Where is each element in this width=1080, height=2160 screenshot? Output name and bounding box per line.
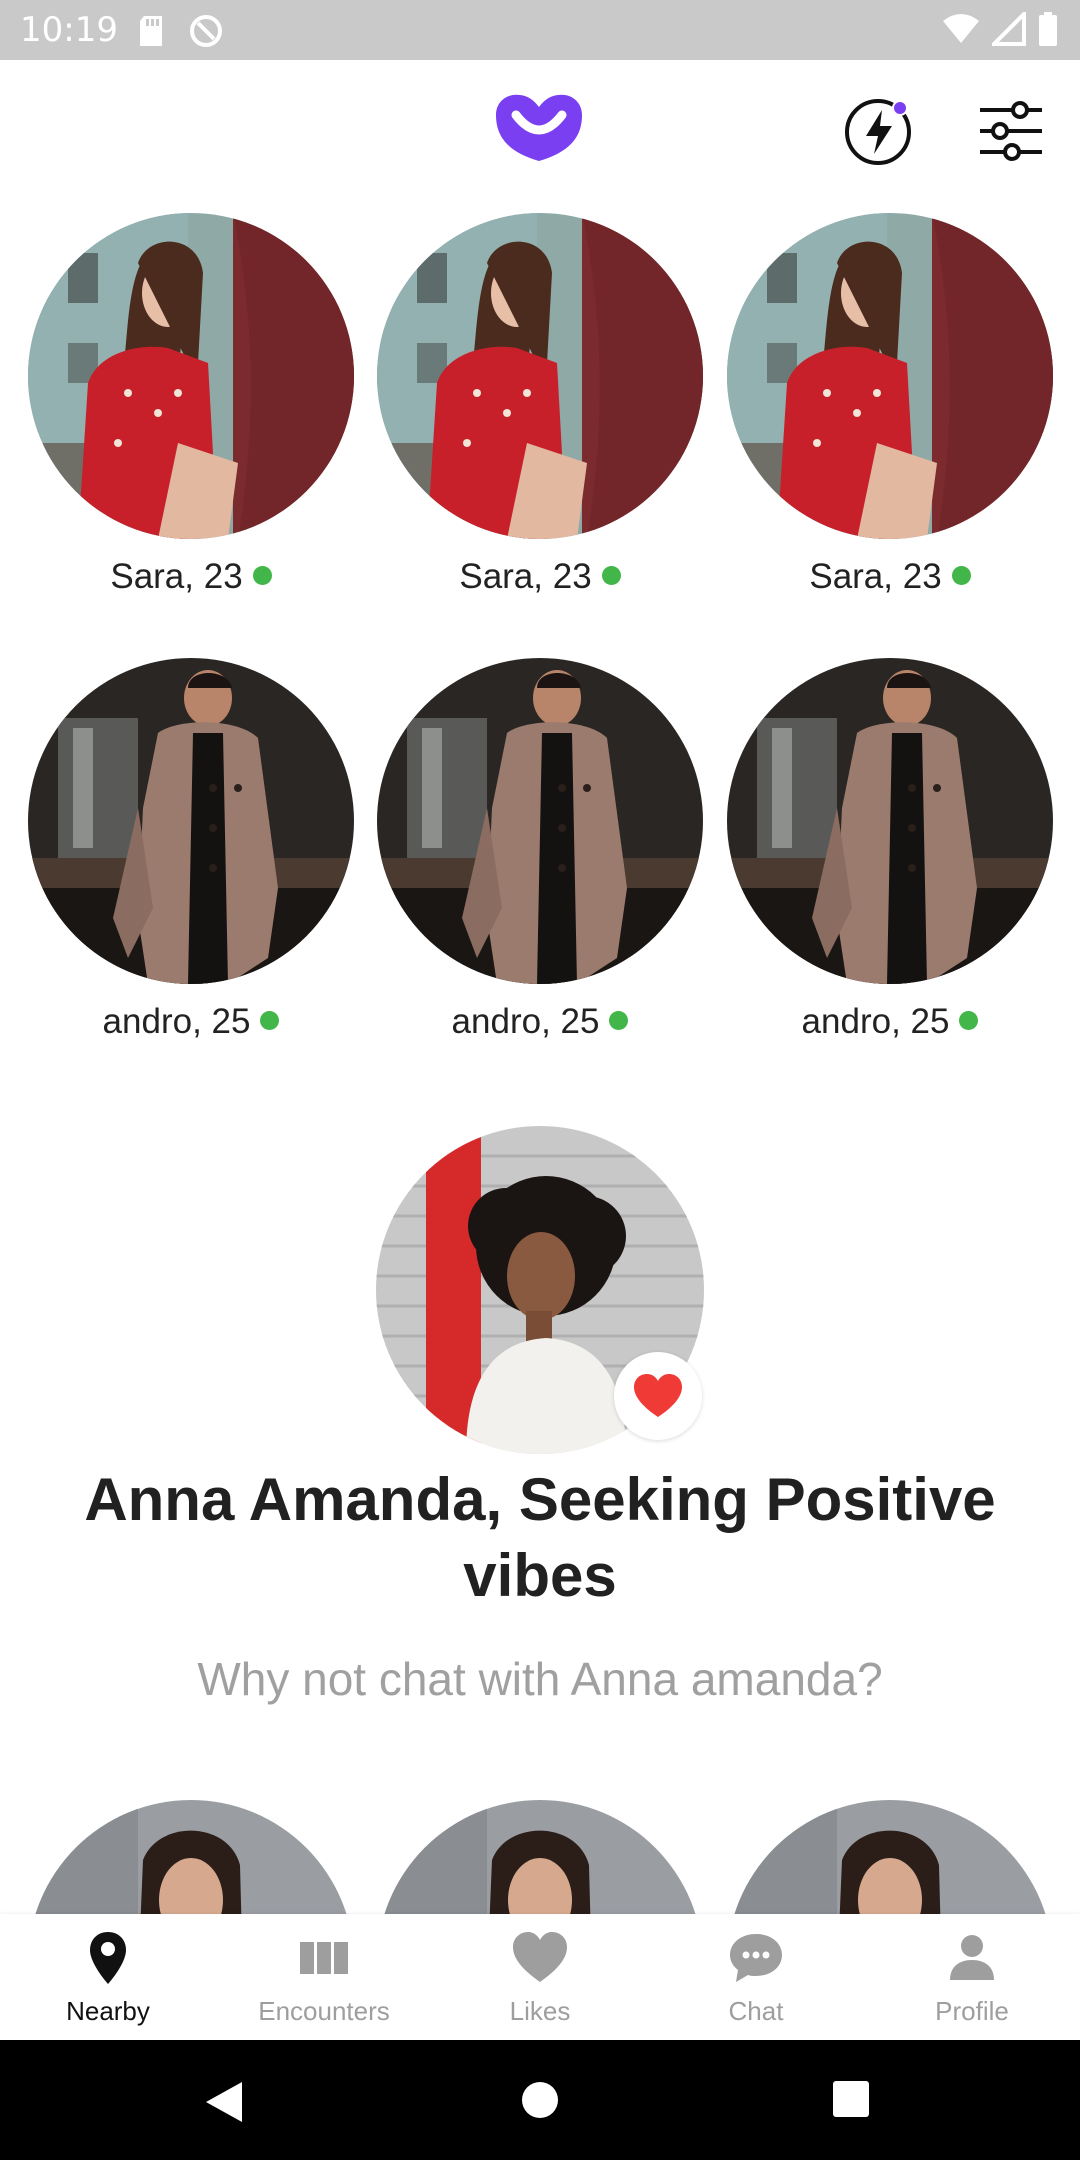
online-indicator: [601, 566, 621, 585]
back-icon[interactable]: [202, 2080, 246, 2124]
profile-card[interactable]: Sara, 23: [28, 213, 358, 596]
tab-profile[interactable]: Profile: [864, 1914, 1080, 2040]
battery-icon: [1039, 12, 1057, 46]
online-indicator: [609, 1011, 629, 1030]
bottom-navigation: Nearby Encounters Likes Chat Profile: [0, 1914, 1080, 2040]
chat-bubble-icon: [730, 1934, 782, 1982]
home-icon[interactable]: [520, 2080, 560, 2120]
tab-label: Chat: [728, 1996, 784, 2026]
tab-nearby[interactable]: Nearby: [0, 1914, 216, 2040]
profile-card[interactable]: Sara, 23: [377, 213, 707, 596]
online-indicator: [951, 566, 971, 585]
profile-name: andro, 25: [451, 1002, 600, 1041]
online-indicator: [252, 566, 272, 585]
tab-label: Nearby: [66, 1996, 150, 2026]
profile-name: Sara, 23: [110, 557, 243, 596]
tab-label: Likes: [509, 1996, 571, 2026]
boost-button[interactable]: [844, 96, 914, 166]
heart-icon: [634, 1374, 682, 1417]
profile-card[interactable]: Sara, 23: [727, 213, 1057, 596]
sliders-icon: [980, 101, 1042, 161]
lightning-icon: [845, 99, 911, 165]
smile-heart-logo: [496, 94, 582, 161]
profile-photo[interactable]: [28, 658, 354, 984]
profile-photo[interactable]: [727, 1800, 1053, 1914]
profile-card[interactable]: andro, 25: [28, 658, 358, 1041]
next-profiles-row: [0, 1800, 1080, 1914]
profile-photo[interactable]: [377, 1800, 703, 1914]
profile-name: andro, 25: [102, 1002, 251, 1041]
profile-name: Sara, 23: [809, 557, 942, 596]
recents-icon[interactable]: [832, 2080, 870, 2118]
status-time: 10:19: [20, 10, 118, 50]
heart-icon: [513, 1932, 567, 1982]
columns-icon: [300, 1942, 348, 1974]
featured-title: Anna Amanda, Seeking Positive vibes: [84, 1466, 996, 1609]
profile-card[interactable]: andro, 25: [727, 658, 1057, 1041]
profile-photo[interactable]: [727, 213, 1053, 539]
profile-photo[interactable]: [727, 658, 1053, 984]
profile-photo[interactable]: [377, 213, 703, 539]
tab-likes[interactable]: Likes: [432, 1914, 648, 2040]
sync-blocked-icon: [190, 15, 222, 47]
profile-card[interactable]: andro, 25: [377, 658, 707, 1041]
profile-photo[interactable]: [28, 213, 354, 539]
profile-name: Sara, 23: [459, 557, 592, 596]
like-badge[interactable]: [614, 1352, 702, 1440]
person-icon: [950, 1935, 994, 1980]
sd-card-icon: [140, 16, 162, 46]
system-navigation-bar: [0, 2040, 1080, 2160]
featured-subtitle[interactable]: Why not chat with Anna amanda?: [40, 1652, 1040, 1706]
tab-chat[interactable]: Chat: [648, 1914, 864, 2040]
signal-icon: [992, 12, 1026, 46]
location-pin-icon: [90, 1932, 126, 1984]
status-bar: 10:19: [0, 0, 1080, 60]
profile-name: andro, 25: [801, 1002, 950, 1041]
tab-label: Profile: [935, 1996, 1009, 2026]
profile-photo[interactable]: [28, 1800, 354, 1914]
tab-label: Encounters: [258, 1996, 390, 2026]
filter-button[interactable]: [976, 96, 1046, 166]
app-header: [0, 60, 1080, 200]
wifi-icon: [943, 14, 979, 43]
tab-encounters[interactable]: Encounters: [216, 1914, 432, 2040]
profile-photo[interactable]: [377, 658, 703, 984]
online-indicator: [959, 1011, 979, 1030]
online-indicator: [260, 1011, 280, 1030]
